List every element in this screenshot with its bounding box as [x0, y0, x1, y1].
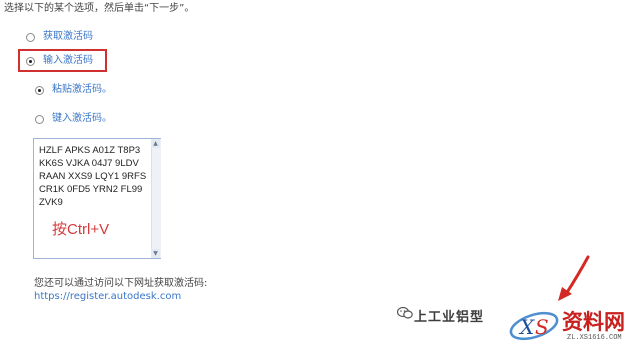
footer-note: 您还可以通过访问以下网址获取激活码:	[34, 278, 208, 289]
enter-code-label[interactable]: 输入激活码	[43, 55, 93, 67]
instruction-text: 选择以下的某个选项，然后单击“下一步”。	[4, 3, 195, 14]
code-line: HZLF APKS A01Z T8P3	[39, 145, 141, 156]
arrow-icon	[558, 255, 590, 301]
brand-name: 资料网	[562, 310, 625, 334]
scroll-up-icon[interactable]: ▲	[151, 139, 160, 148]
code-line: KK6S VJKA 04J7 9LDV	[39, 158, 139, 169]
svg-text:S: S	[535, 315, 549, 339]
option-get-code[interactable]: 获取激活码	[26, 31, 126, 45]
watermark-text: 上工业铝型	[414, 310, 485, 325]
option-paste-code[interactable]: 粘贴激活码。	[35, 84, 135, 98]
type-code-label[interactable]: 键入激活码。	[52, 113, 112, 125]
textarea-scrollbar[interactable]	[151, 139, 161, 258]
code-line: ZVK9	[39, 197, 63, 208]
enter-code-radio[interactable]	[26, 57, 35, 66]
paste-hint: 按Ctrl+V	[52, 221, 110, 238]
option-type-code[interactable]: 键入激活码。	[35, 113, 135, 127]
scroll-down-icon[interactable]: ▼	[151, 249, 160, 258]
code-line: CR1K 0FD5 YRN2 FL99	[39, 184, 143, 195]
brand-logo-icon: X S	[509, 311, 559, 341]
brand-url: ZL.XS1616.COM	[567, 334, 622, 342]
paste-code-radio[interactable]	[35, 86, 44, 95]
register-link[interactable]: https://register.autodesk.com	[34, 291, 181, 303]
option-enter-code[interactable]: 输入激活码	[26, 55, 106, 69]
svg-text:X: X	[518, 315, 535, 339]
type-code-radio[interactable]	[35, 115, 44, 124]
wechat-icon	[397, 306, 413, 319]
code-line: RAAN XXS9 LQY1 9RFS	[39, 171, 147, 182]
get-code-radio[interactable]	[26, 33, 35, 42]
get-code-label[interactable]: 获取激活码	[43, 31, 93, 43]
paste-code-label[interactable]: 粘贴激活码。	[52, 84, 112, 96]
activation-code-textarea[interactable]: HZLF APKS A01Z T8P3 KK6S VJKA 04J7 9LDV …	[33, 138, 161, 259]
